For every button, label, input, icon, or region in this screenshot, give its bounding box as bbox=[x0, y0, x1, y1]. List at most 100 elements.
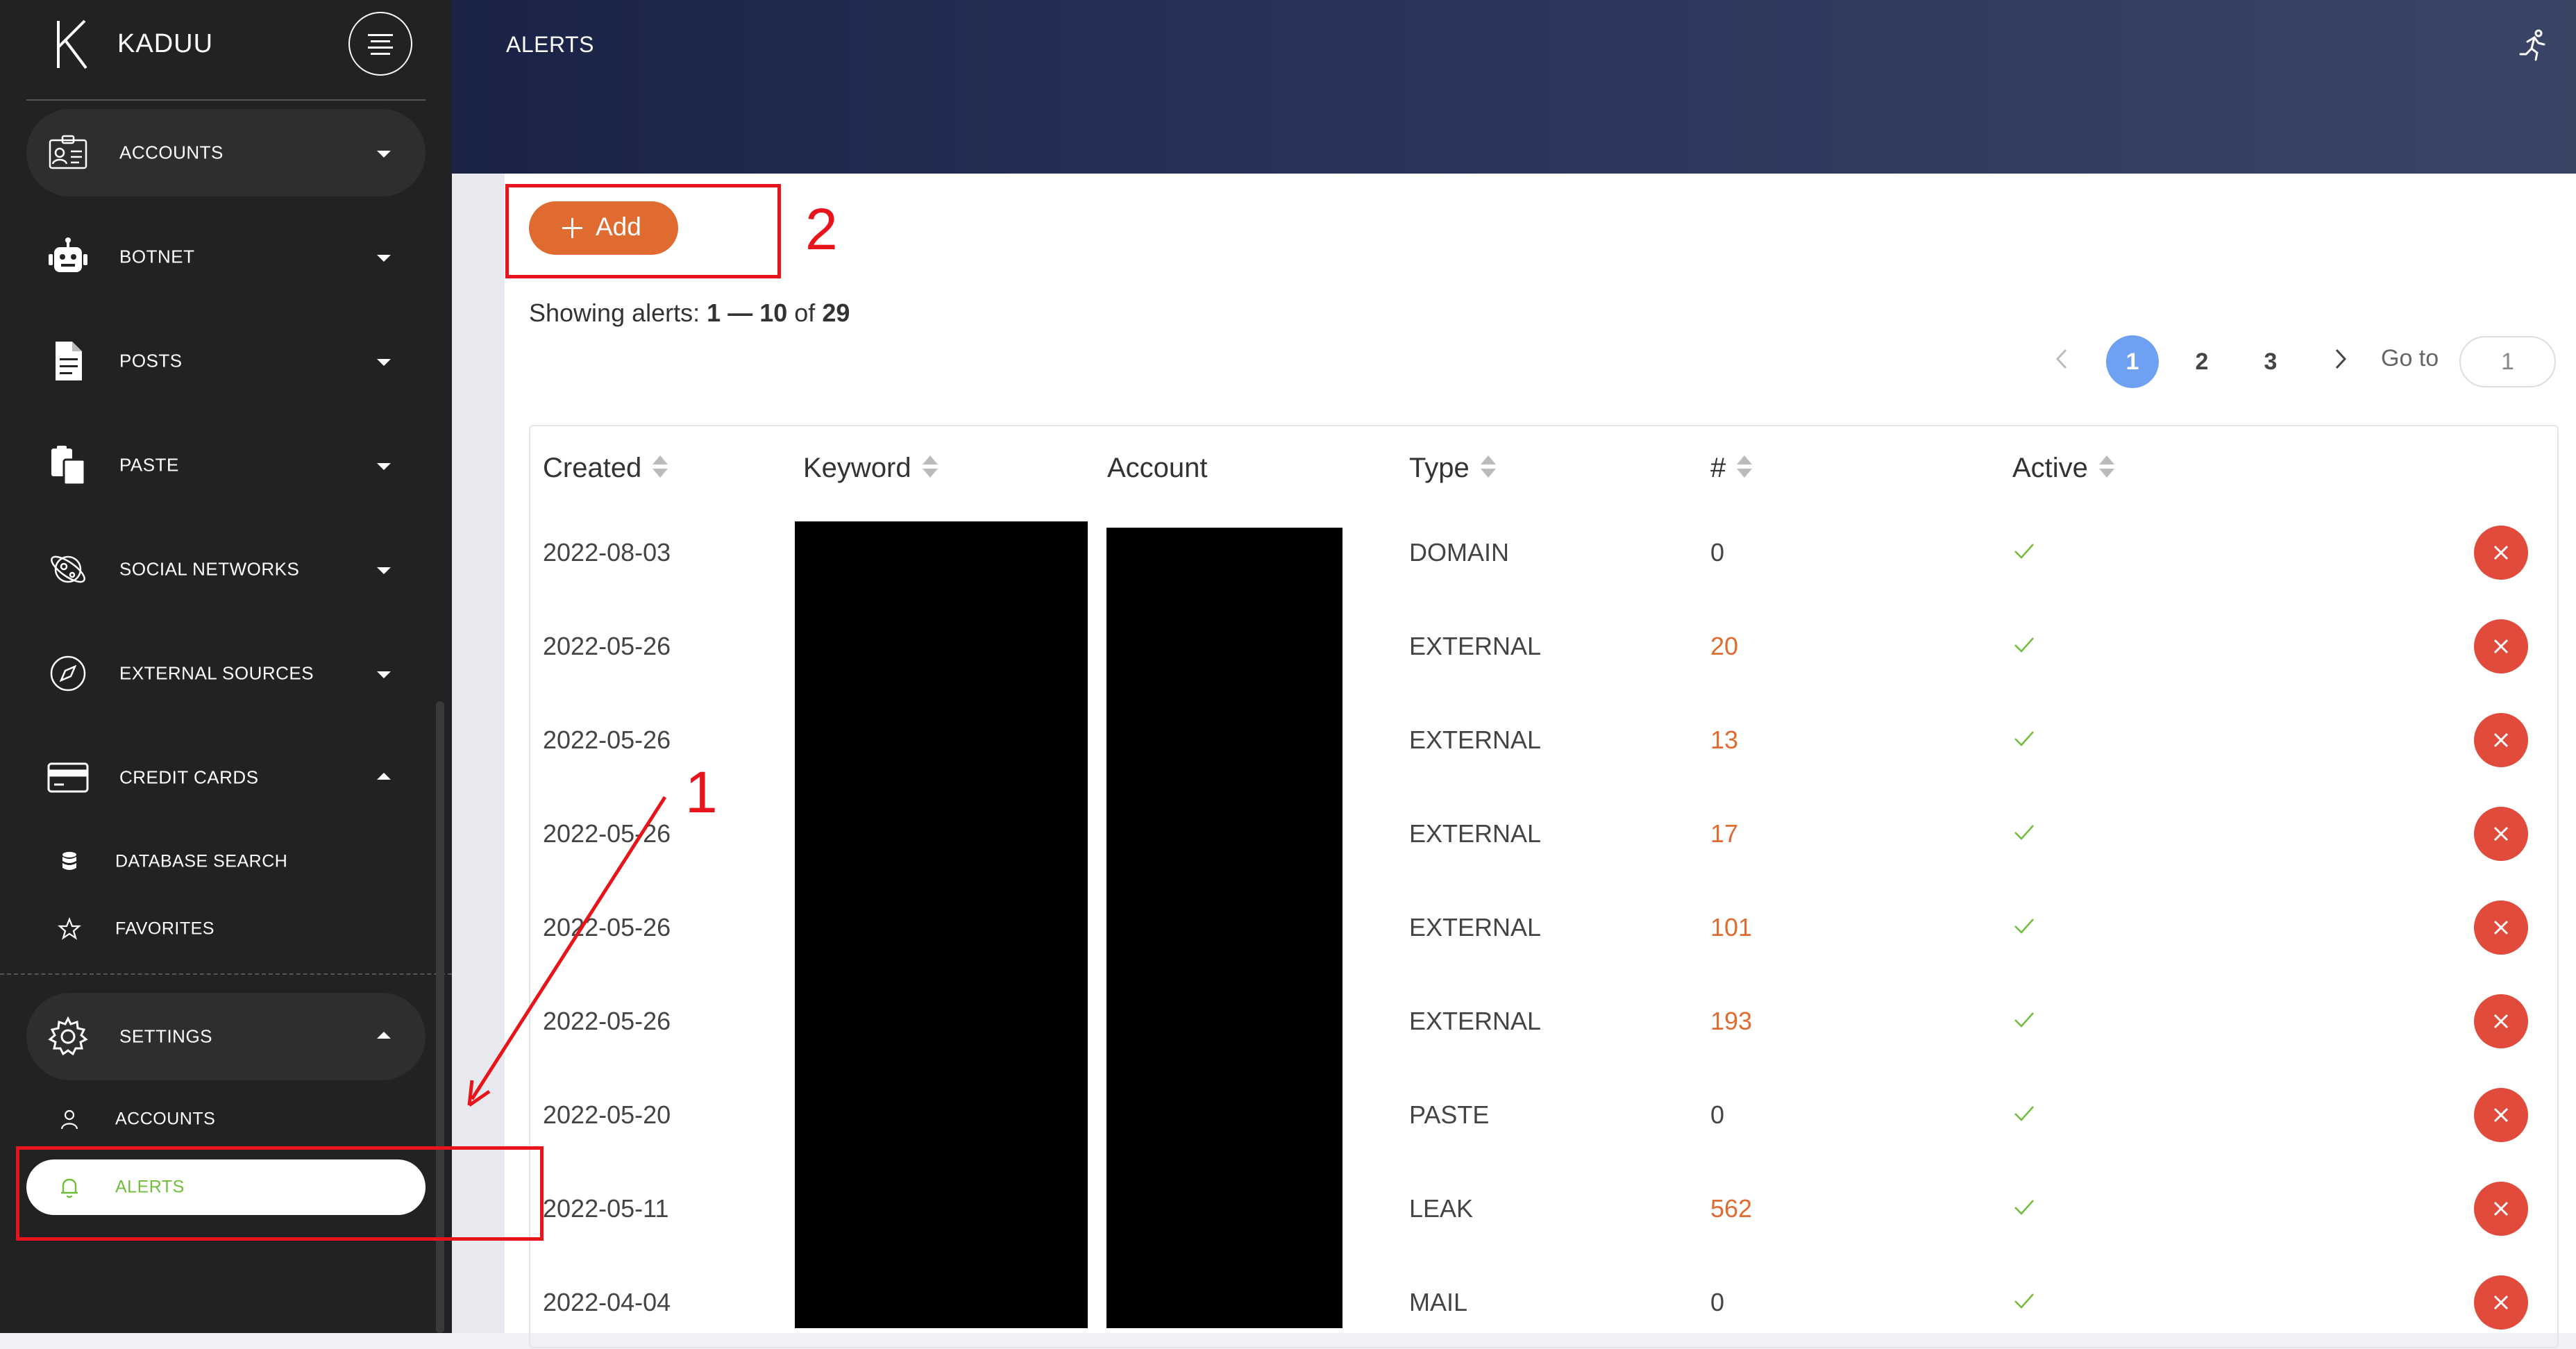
sidebar-subitem-settings-accounts[interactable]: ACCOUNTS bbox=[26, 1091, 426, 1147]
column-header-label: Created bbox=[543, 453, 642, 483]
star-icon bbox=[58, 917, 81, 940]
column-header-created[interactable]: Created bbox=[543, 453, 668, 484]
delete-alert-button[interactable] bbox=[2474, 994, 2528, 1048]
prev-page-icon[interactable] bbox=[2045, 342, 2080, 376]
sidebar-item-botnet[interactable]: BOTNET bbox=[26, 213, 426, 301]
check-icon bbox=[2014, 1012, 2034, 1028]
count-cell: 0 bbox=[1710, 1100, 1725, 1129]
database-icon bbox=[62, 852, 76, 870]
sidebar-item-accounts[interactable]: ACCOUNTS bbox=[26, 109, 426, 196]
sidebar-item-social-networks[interactable]: SOCIAL NETWORKS bbox=[26, 526, 426, 613]
count-cell: 0 bbox=[1710, 537, 1725, 567]
check-icon bbox=[2014, 1199, 2034, 1215]
type-cell: EXTERNAL bbox=[1409, 819, 1542, 848]
created-cell: 2022-05-26 bbox=[543, 725, 671, 754]
divider bbox=[26, 99, 426, 101]
menu-line-icon bbox=[371, 40, 390, 42]
document-icon bbox=[56, 342, 82, 380]
page-header: ALERTS bbox=[452, 0, 2576, 174]
created-cell: 2022-05-26 bbox=[543, 1006, 671, 1035]
column-header-account: Account bbox=[1107, 453, 1208, 484]
column-header-label: Type bbox=[1409, 453, 1470, 483]
delete-alert-button[interactable] bbox=[2474, 1275, 2528, 1330]
check-icon bbox=[2014, 730, 2034, 746]
check-icon bbox=[2014, 1293, 2034, 1309]
annotation-label-1: 1 bbox=[685, 760, 718, 825]
count-cell: 0 bbox=[1710, 1287, 1725, 1316]
compass-icon bbox=[50, 655, 86, 692]
goto-label: Go to bbox=[2381, 345, 2439, 371]
created-cell: 2022-05-26 bbox=[543, 819, 671, 848]
count-cell[interactable]: 562 bbox=[1710, 1194, 1752, 1223]
clipboard-icon bbox=[51, 446, 86, 486]
sort-icon[interactable] bbox=[653, 454, 668, 479]
page-2-button[interactable]: 2 bbox=[2175, 335, 2228, 388]
count-cell[interactable]: 20 bbox=[1710, 632, 1738, 661]
brand: KADUU bbox=[0, 0, 452, 97]
check-icon bbox=[2014, 918, 2034, 934]
count-cell[interactable]: 193 bbox=[1710, 1007, 1752, 1036]
menu-toggle-button[interactable] bbox=[348, 12, 412, 76]
created-cell: 2022-05-20 bbox=[543, 1100, 671, 1129]
close-icon bbox=[2493, 639, 2509, 653]
chevron-up-icon bbox=[377, 773, 391, 780]
type-cell: EXTERNAL bbox=[1409, 725, 1542, 754]
sidebar-item-label: SOCIAL NETWORKS bbox=[119, 558, 300, 580]
sort-icon[interactable] bbox=[2098, 454, 2114, 479]
column-header-keyword[interactable]: Keyword bbox=[803, 453, 938, 484]
delete-alert-button[interactable] bbox=[2474, 1181, 2528, 1236]
column-header-active[interactable]: Active bbox=[2012, 453, 2114, 484]
type-cell: DOMAIN bbox=[1409, 537, 1509, 567]
close-icon bbox=[2493, 545, 2509, 560]
sort-icon[interactable] bbox=[922, 454, 938, 479]
sidebar: KADUU ACCOUNTS BOTNET POSTS PASTE SOCIAL… bbox=[0, 0, 452, 1333]
sidebar-item-paste[interactable]: PASTE bbox=[26, 421, 426, 509]
column-header-type[interactable]: Type bbox=[1409, 453, 1496, 484]
next-page-icon[interactable] bbox=[2323, 342, 2357, 376]
close-icon bbox=[2493, 1201, 2509, 1216]
credit-card-icon bbox=[47, 762, 89, 793]
menu-line-icon bbox=[368, 34, 393, 36]
count-cell[interactable]: 17 bbox=[1710, 819, 1738, 848]
count-cell[interactable]: 101 bbox=[1710, 913, 1752, 942]
sort-icon[interactable] bbox=[1480, 454, 1496, 479]
sidebar-item-credit-cards[interactable]: CREDIT CARDS bbox=[26, 734, 426, 821]
sidebar-item-label: SETTINGS bbox=[119, 1025, 213, 1047]
delete-alert-button[interactable] bbox=[2474, 619, 2528, 673]
results-end: 10 bbox=[759, 299, 788, 327]
planet-icon bbox=[51, 555, 85, 583]
brand-name: KADUU bbox=[117, 29, 214, 58]
delete-alert-button[interactable] bbox=[2474, 525, 2528, 580]
menu-line-icon bbox=[371, 53, 390, 55]
divider bbox=[0, 973, 452, 975]
sidebar-item-settings[interactable]: SETTINGS bbox=[26, 993, 426, 1080]
column-header-count[interactable]: # bbox=[1710, 453, 1753, 484]
sidebar-item-label: POSTS bbox=[119, 350, 183, 371]
delete-alert-button[interactable] bbox=[2474, 806, 2528, 861]
created-cell: 2022-05-26 bbox=[543, 912, 671, 941]
redacted-keyword-column bbox=[795, 521, 1088, 1328]
count-cell[interactable]: 13 bbox=[1710, 726, 1738, 755]
delete-alert-button[interactable] bbox=[2474, 712, 2528, 767]
sidebar-item-label: ACCOUNTS bbox=[119, 142, 224, 163]
sort-icon[interactable] bbox=[1737, 454, 1753, 479]
annotation-box-2 bbox=[505, 184, 781, 278]
sidebar-subitem-label: FAVORITES bbox=[115, 919, 214, 939]
sidebar-item-posts[interactable]: POSTS bbox=[26, 317, 426, 405]
delete-alert-button[interactable] bbox=[2474, 1087, 2528, 1142]
sidebar-subitem-favorites[interactable]: FAVORITES bbox=[26, 901, 426, 957]
menu-line-icon bbox=[368, 47, 393, 49]
results-summary: Showing alerts: 1 — 10 of 29 bbox=[529, 299, 850, 328]
results-of: of bbox=[794, 299, 816, 327]
kaduu-logo-icon bbox=[57, 19, 87, 69]
page-title: ALERTS bbox=[506, 32, 594, 57]
page-1-button[interactable]: 1 bbox=[2106, 335, 2159, 388]
sidebar-subitem-database-search[interactable]: DATABASE SEARCH bbox=[26, 834, 426, 889]
running-person-icon[interactable] bbox=[2515, 28, 2550, 62]
goto-page-input[interactable] bbox=[2459, 336, 2556, 387]
type-cell: EXTERNAL bbox=[1409, 631, 1542, 660]
sidebar-item-external-sources[interactable]: EXTERNAL SOURCES bbox=[26, 630, 426, 717]
page-3-button[interactable]: 3 bbox=[2244, 335, 2297, 388]
delete-alert-button[interactable] bbox=[2474, 900, 2528, 955]
sidebar-subitem-label: DATABASE SEARCH bbox=[115, 851, 288, 871]
